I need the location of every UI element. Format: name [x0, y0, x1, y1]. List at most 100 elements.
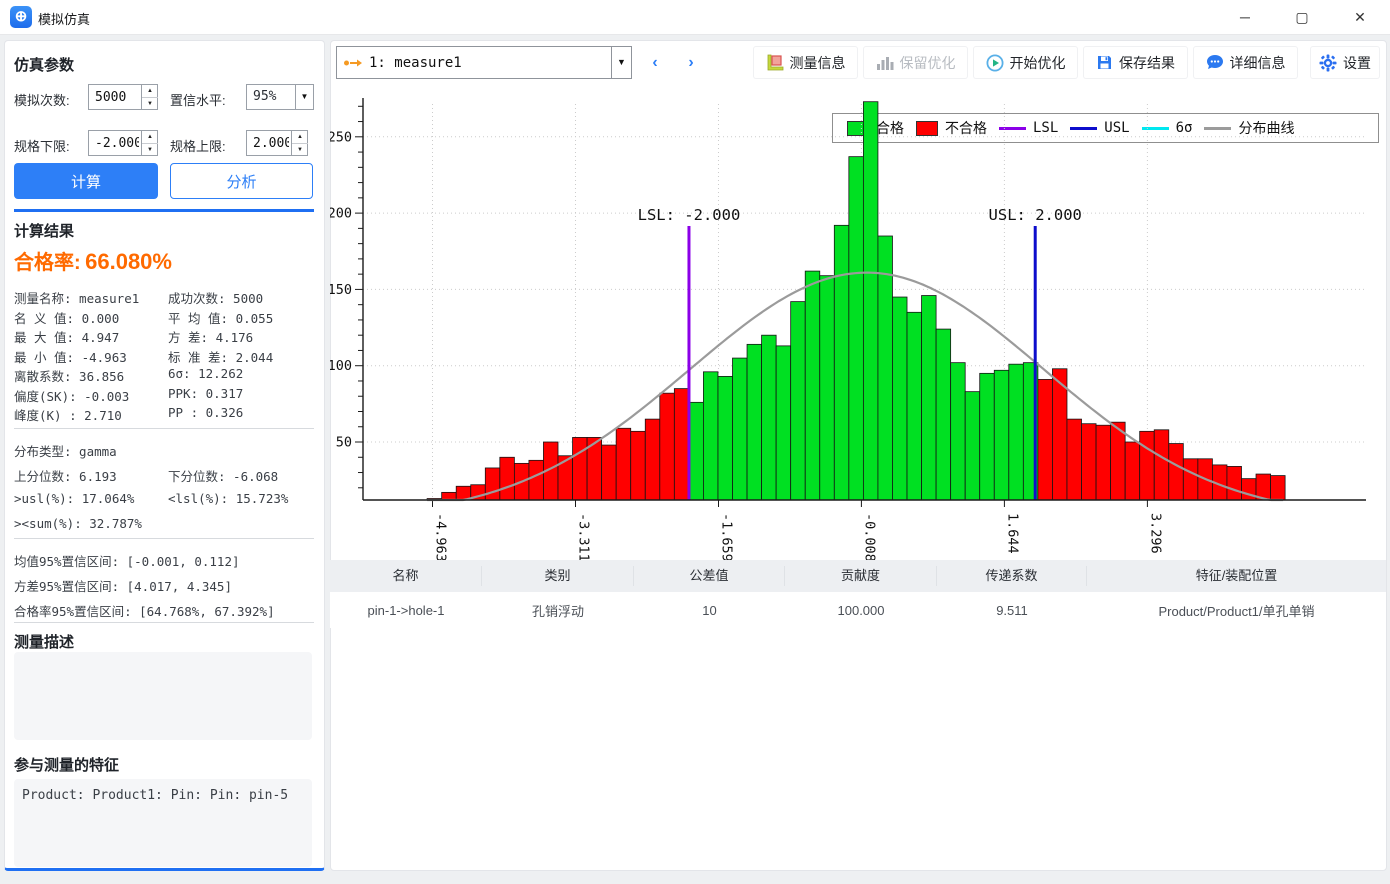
chart-panel: [330, 40, 1387, 871]
distribution-list: 分布类型: gamma上分位数: 6.193下分位数: -6.068>usl(%…: [14, 441, 316, 541]
divider: [14, 538, 314, 539]
confidence-label: 置信水平:: [170, 90, 226, 109]
save-results-button[interactable]: 保存结果: [1083, 46, 1188, 79]
measure-info-button[interactable]: 测量信息: [753, 46, 858, 79]
calculate-button[interactable]: 计算: [14, 163, 158, 199]
legend-item-curve: 分布曲线: [1204, 118, 1294, 138]
maximize-button[interactable]: ▢: [1279, 0, 1325, 34]
stat-row: 离散系数: 36.8566σ: 12.262: [14, 366, 316, 386]
contribution-table-header: 名称 类别 公差值 贡献度 传递系数 特征/装配位置: [330, 560, 1386, 592]
bar-chart-icon: [876, 55, 894, 71]
detail-info-label: 详细信息: [1230, 53, 1286, 73]
col-feature-position[interactable]: 特征/装配位置: [1087, 566, 1386, 586]
analyze-button[interactable]: 分析: [170, 163, 313, 199]
app-icon: ⊕: [10, 6, 32, 28]
settings-button[interactable]: 设置: [1310, 46, 1380, 79]
col-category[interactable]: 类别: [482, 566, 634, 586]
col-name[interactable]: 名称: [330, 566, 482, 586]
usl-stepper[interactable]: ▲▼: [291, 131, 308, 155]
table-row[interactable]: pin-1->hole-1 孔销浮动 10 100.000 9.511 Prod…: [330, 592, 1386, 628]
confidence-value: 95%: [247, 85, 295, 109]
title-bar: ⊕ 模拟仿真 ─ ▢ ✕: [0, 0, 1390, 35]
sim-count-label: 模拟次数:: [14, 90, 70, 109]
detail-info-button[interactable]: 详细信息: [1193, 46, 1298, 79]
pass-rate-label: 合格率:: [14, 252, 81, 274]
usl-field[interactable]: ▲▼: [246, 130, 308, 156]
cell-coefficient: 9.511: [937, 603, 1087, 618]
pass-rate-value: 66.080%: [85, 249, 172, 274]
minimize-button[interactable]: ─: [1222, 0, 1268, 34]
settings-label: 设置: [1343, 53, 1371, 73]
section-divider-blue: [14, 209, 314, 212]
stat-row: 方差95%置信区间: [4.017, 4.345]: [14, 576, 316, 601]
keep-optimization-button: 保留优化: [863, 46, 968, 79]
confidence-interval-list: 均值95%置信区间: [-0.001, 0.112]方差95%置信区间: [4.…: [14, 551, 316, 626]
col-tolerance[interactable]: 公差值: [634, 566, 785, 586]
cell-category: 孔销浮动: [482, 601, 634, 620]
chevron-down-icon[interactable]: ▼: [611, 47, 631, 78]
divider: [14, 622, 314, 623]
results-title: 计算结果: [14, 220, 74, 241]
prev-measure-button[interactable]: ‹: [640, 46, 670, 79]
cell-tolerance: 10: [634, 603, 785, 618]
divider: [14, 428, 314, 429]
stat-row: 分布类型: gamma: [14, 441, 316, 466]
cell-contribution: 100.000: [785, 603, 937, 618]
stat-row: 测量名称: measure1成功次数: 5000: [14, 288, 316, 308]
start-optimization-label: 开始优化: [1010, 53, 1066, 73]
legend-item-6sigma: 6σ: [1142, 120, 1193, 136]
measure-info-label: 测量信息: [790, 53, 846, 73]
cell-name: pin-1->hole-1: [330, 603, 482, 618]
chart-legend: 合格 不合格 LSL USL 6σ 分布曲线: [832, 113, 1379, 143]
stat-row: 峰度(K) : 2.710PP : 0.326: [14, 405, 316, 425]
features-title: 参与测量的特征: [14, 754, 119, 775]
stats-list: 测量名称: measure1成功次数: 5000名 义 值: 0.000平 均 …: [14, 288, 316, 425]
start-optimization-button[interactable]: 开始优化: [973, 46, 1078, 79]
stat-row: 最 大 值: 4.947方 差: 4.176: [14, 327, 316, 347]
confidence-select[interactable]: 95% ▼: [246, 84, 314, 110]
stat-row: >usl(%): 17.064%<lsl(%): 15.723%: [14, 491, 316, 516]
legend-item-fail: 不合格: [916, 118, 987, 138]
sim-count-stepper[interactable]: ▲▼: [141, 85, 158, 109]
measure-info-icon: [766, 54, 784, 72]
lsl-field[interactable]: ▲▼: [88, 130, 158, 156]
sigma-line-swatch: [1142, 127, 1169, 130]
features-box[interactable]: Product: Product1: Pin: Pin: pin-5: [14, 779, 312, 867]
legend-item-pass: 合格: [847, 118, 904, 138]
curve-line-swatch: [1204, 127, 1231, 130]
close-button[interactable]: ✕: [1337, 0, 1383, 34]
save-results-label: 保存结果: [1119, 53, 1175, 73]
stat-row: 上分位数: 6.193下分位数: -6.068: [14, 466, 316, 491]
app-window: ⊕ 模拟仿真 ─ ▢ ✕ 仿真参数 模拟次数: ▲▼ 置信水平: 95% ▼ 规…: [0, 0, 1390, 884]
window-title: 模拟仿真: [38, 9, 90, 28]
chevron-down-icon[interactable]: ▼: [295, 85, 313, 109]
lsl-stepper[interactable]: ▲▼: [141, 131, 158, 155]
stat-row: 最 小 值: -4.963标 准 差: 2.044: [14, 347, 316, 367]
col-contribution[interactable]: 贡献度: [785, 566, 937, 586]
description-box[interactable]: [14, 652, 312, 740]
measure-selector-value: 1: measure1: [363, 55, 611, 71]
play-icon: [986, 54, 1004, 72]
pass-rate: 合格率: 66.080%: [14, 246, 172, 275]
stat-row: 均值95%置信区间: [-0.001, 0.112]: [14, 551, 316, 576]
save-icon: [1096, 54, 1113, 71]
cell-feature-position-link[interactable]: Product/Product1/单孔单销: [1087, 601, 1386, 620]
usl-line-swatch: [1070, 127, 1097, 130]
sim-count-field[interactable]: ▲▼: [88, 84, 158, 110]
usl-label: 规格上限:: [170, 136, 226, 155]
legend-item-usl: USL: [1070, 120, 1129, 136]
legend-item-lsl: LSL: [999, 120, 1058, 136]
pass-swatch: [847, 121, 869, 136]
chat-bubble-icon: [1206, 54, 1224, 71]
description-title: 测量描述: [14, 631, 74, 652]
lsl-line-swatch: [999, 127, 1026, 130]
gear-icon: [1319, 54, 1337, 72]
col-coefficient[interactable]: 传递系数: [937, 566, 1087, 586]
stat-row: 名 义 值: 0.000平 均 值: 0.055: [14, 308, 316, 328]
measure-selector[interactable]: 1: measure1 ▼: [336, 46, 632, 79]
params-title: 仿真参数: [14, 54, 74, 75]
stat-row: 偏度(SK): -0.003PPK: 0.317: [14, 386, 316, 406]
lsl-label: 规格下限:: [14, 136, 70, 155]
next-measure-button[interactable]: ›: [676, 46, 706, 79]
keep-optimization-label: 保留优化: [900, 53, 956, 73]
